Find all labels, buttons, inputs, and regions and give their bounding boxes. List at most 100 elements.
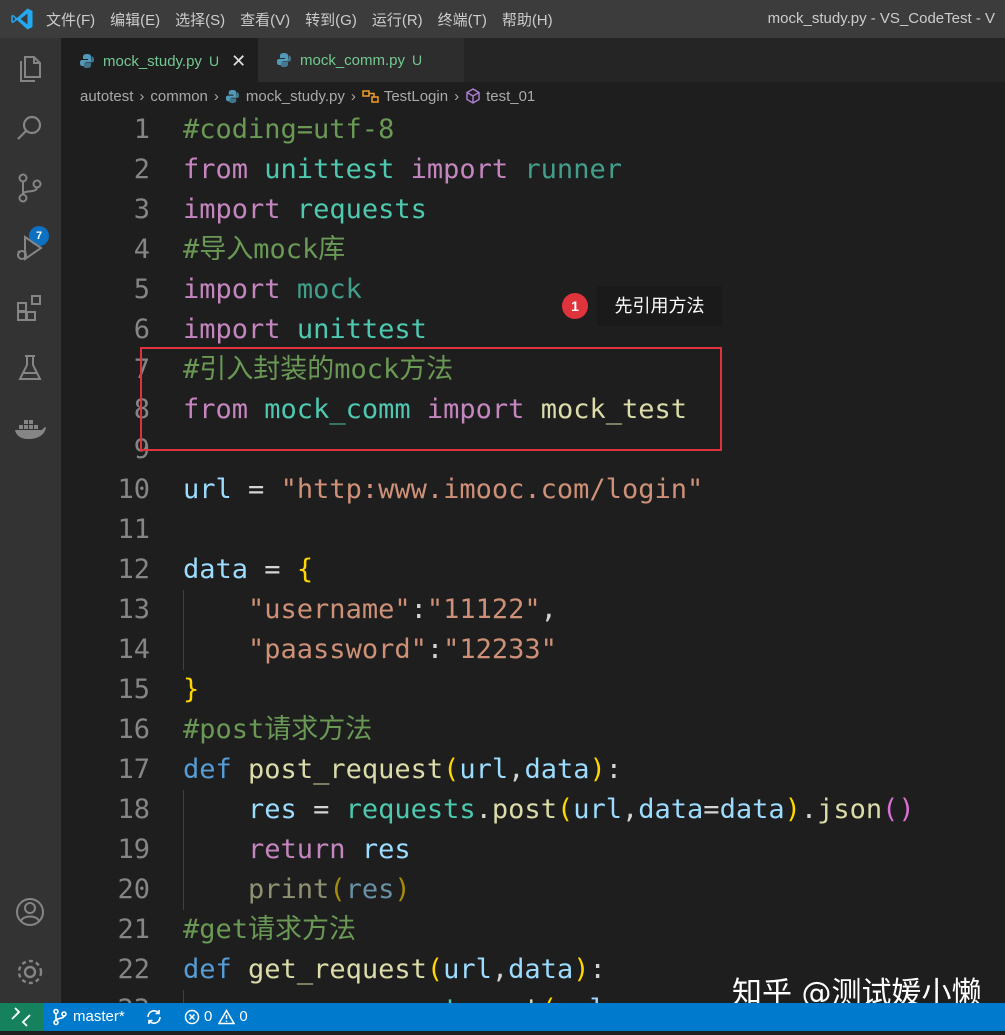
source-control-icon[interactable] bbox=[13, 171, 47, 205]
code-text: import requests bbox=[183, 194, 427, 225]
branch-status[interactable]: master* bbox=[52, 1003, 125, 1031]
git-branch-icon bbox=[53, 1008, 67, 1026]
line-number: 17 bbox=[117, 754, 150, 785]
line-number: 22 bbox=[117, 954, 150, 985]
breadcrumb-method[interactable]: test_01 bbox=[486, 88, 535, 105]
warning-icon bbox=[218, 1009, 236, 1025]
accounts-icon[interactable] bbox=[13, 895, 47, 929]
line-number: 2 bbox=[133, 154, 150, 185]
code-text: data = { bbox=[183, 554, 314, 585]
breadcrumb-folder[interactable]: common bbox=[150, 88, 208, 105]
code-line: 10 url = "http:www.imooc.com/login" bbox=[61, 470, 1005, 510]
line-number: 15 bbox=[117, 674, 150, 705]
activity-bar: 7 bbox=[0, 38, 61, 1003]
tab-mock-study[interactable]: mock_study.py U ✕ bbox=[61, 38, 258, 83]
python-file-icon bbox=[225, 89, 239, 103]
line-number: 5 bbox=[133, 274, 150, 305]
explorer-icon[interactable] bbox=[13, 51, 47, 85]
line-number: 3 bbox=[133, 194, 150, 225]
extensions-icon[interactable] bbox=[13, 291, 47, 325]
line-number: 7 bbox=[133, 354, 150, 385]
line-number: 20 bbox=[117, 874, 150, 905]
code-line: 18 res = requests.post(url,data=data).js… bbox=[61, 790, 1005, 830]
error-icon bbox=[184, 1009, 200, 1025]
run-debug-icon[interactable] bbox=[13, 231, 47, 265]
chevron-right-icon: › bbox=[350, 87, 356, 105]
warning-count: 0 bbox=[239, 1008, 248, 1025]
annotation-number: 1 bbox=[562, 293, 588, 319]
remote-icon bbox=[11, 1007, 31, 1027]
code-line: 4 #导入mock库 bbox=[61, 230, 1005, 270]
breadcrumb-class[interactable]: TestLogin bbox=[384, 88, 448, 105]
code-text: #coding=utf-8 bbox=[183, 114, 395, 145]
code-line: 2 from unittest import runner bbox=[61, 150, 1005, 190]
status-bar: master* 0 0 bbox=[0, 1003, 1005, 1031]
code-text: res = requests.get(url, bbox=[183, 990, 622, 1003]
line-number: 1 bbox=[133, 114, 150, 145]
class-symbol-icon bbox=[362, 89, 379, 103]
annotation-tooltip: 先引用方法 bbox=[597, 286, 722, 326]
line-number: 11 bbox=[117, 514, 150, 545]
code-line: 5 import mock bbox=[61, 270, 1005, 310]
window-title: mock_study.py - VS_CodeTest - V bbox=[767, 10, 995, 27]
menu-bar: 文件(F) 编辑(E) 选择(S) 查看(V) 转到(G) 运行(R) 终端(T… bbox=[46, 0, 568, 38]
line-number: 9 bbox=[133, 434, 150, 465]
remote-button[interactable] bbox=[0, 1003, 43, 1031]
line-number: 13 bbox=[117, 594, 150, 625]
code-line: 13 "username":"11122", bbox=[61, 590, 1005, 630]
menu-terminal[interactable]: 终端(T) bbox=[438, 9, 487, 30]
sync-button[interactable] bbox=[145, 1003, 163, 1031]
testing-icon[interactable] bbox=[13, 351, 47, 385]
python-file-icon bbox=[277, 53, 291, 67]
code-line: 3 import requests bbox=[61, 190, 1005, 230]
line-number: 19 bbox=[117, 834, 150, 865]
code-text: "paassword":"12233" bbox=[248, 634, 557, 665]
code-line: 1 #coding=utf-8 bbox=[61, 110, 1005, 150]
line-number: 8 bbox=[133, 394, 150, 425]
menu-view[interactable]: 查看(V) bbox=[240, 9, 290, 30]
code-editor[interactable]: 1 #coding=utf-8 2 from unittest import run… bbox=[61, 110, 1005, 1003]
highlight-box bbox=[140, 347, 722, 451]
code-line: 20 print(res) bbox=[61, 870, 1005, 910]
line-number: 6 bbox=[133, 314, 150, 345]
editor-tabs: mock_study.py U ✕ mock_comm.py U bbox=[61, 38, 1005, 83]
chevron-right-icon: › bbox=[454, 87, 460, 105]
problems-status[interactable]: 0 0 bbox=[184, 1003, 248, 1031]
line-number: 18 bbox=[117, 794, 150, 825]
docker-icon[interactable] bbox=[13, 411, 47, 445]
search-icon[interactable] bbox=[13, 111, 47, 145]
breadcrumb-file[interactable]: mock_study.py bbox=[246, 88, 345, 105]
code-text: import mock bbox=[183, 274, 362, 305]
line-number: 16 bbox=[117, 714, 150, 745]
code-line: 12 data = { bbox=[61, 550, 1005, 590]
menu-run[interactable]: 运行(R) bbox=[372, 9, 423, 30]
tab-mock-comm[interactable]: mock_comm.py U bbox=[258, 38, 464, 82]
line-number: 21 bbox=[117, 914, 150, 945]
breadcrumb-folder[interactable]: autotest bbox=[80, 88, 133, 105]
code-line: 14 "paassword":"12233" bbox=[61, 630, 1005, 670]
code-text: return res bbox=[248, 834, 411, 865]
line-number: 12 bbox=[117, 554, 150, 585]
code-text: from unittest import runner bbox=[183, 154, 622, 185]
menu-edit[interactable]: 编辑(E) bbox=[110, 9, 160, 30]
menu-file[interactable]: 文件(F) bbox=[46, 9, 95, 30]
code-line: 6 import unittest bbox=[61, 310, 1005, 350]
close-icon[interactable]: ✕ bbox=[231, 51, 246, 72]
code-text: #get请求方法 bbox=[183, 914, 357, 945]
breadcrumb: autotest › common › mock_study.py › Test… bbox=[80, 82, 535, 110]
code-text: "username":"11122", bbox=[248, 594, 557, 625]
menu-go[interactable]: 转到(G) bbox=[305, 9, 357, 30]
code-text: } bbox=[183, 674, 200, 705]
code-text: def post_request(url,data): bbox=[183, 754, 622, 785]
code-line: 19 return res bbox=[61, 830, 1005, 870]
chevron-right-icon: › bbox=[213, 87, 219, 105]
line-number: 4 bbox=[133, 234, 150, 265]
settings-gear-icon[interactable] bbox=[13, 955, 47, 989]
line-number: 23 bbox=[61, 990, 150, 1003]
menu-help[interactable]: 帮助(H) bbox=[502, 9, 553, 30]
code-text: print(res) bbox=[248, 874, 411, 905]
tab-label: mock_study.py bbox=[103, 52, 202, 70]
menu-selection[interactable]: 选择(S) bbox=[175, 9, 225, 30]
code-text: url = "http:www.imooc.com/login" bbox=[183, 474, 704, 505]
branch-name: master* bbox=[73, 1008, 125, 1025]
